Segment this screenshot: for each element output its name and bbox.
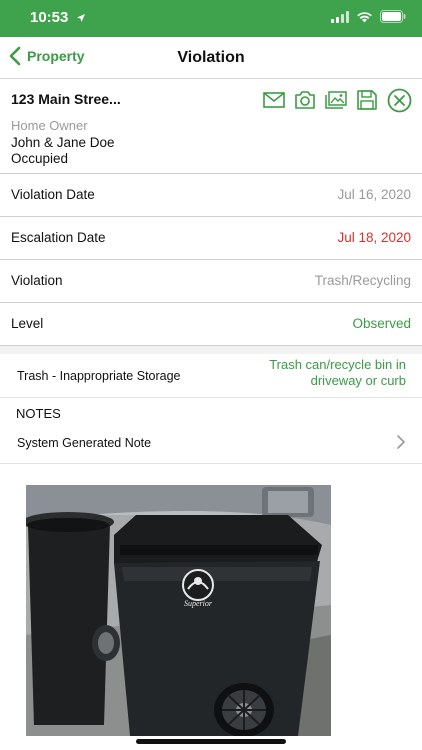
violation-code-row[interactable]: Trash - Inappropriate Storage Trash can/… (0, 354, 422, 398)
note-item[interactable]: System Generated Note (0, 424, 422, 464)
occupancy-status: Occupied (11, 151, 69, 166)
violation-code-description: Trash can/recycle bin in driveway or cur… (269, 357, 406, 388)
row-value: Jul 16, 2020 (337, 187, 411, 202)
section-divider (0, 346, 422, 354)
wifi-icon (357, 11, 372, 22)
row-label: Level (11, 316, 44, 331)
nav-bar: Property Violation (0, 37, 422, 79)
escalation-date-row[interactable]: Escalation Date Jul 18, 2020 (0, 217, 422, 260)
photo-library-icon[interactable] (324, 89, 347, 112)
page-title: Violation (177, 49, 245, 66)
violation-code-label: Trash - Inappropriate Storage (17, 369, 181, 383)
row-value: Trash/Recycling (314, 273, 411, 288)
signal-icon (331, 10, 349, 23)
owner-label: Home Owner (11, 118, 88, 133)
camera-icon[interactable] (293, 89, 316, 112)
violation-type-row[interactable]: Violation Trash/Recycling (0, 260, 422, 303)
location-arrow-icon (77, 14, 85, 22)
violation-photo[interactable]: Superior (26, 485, 331, 736)
home-indicator (136, 739, 286, 744)
close-circle-icon[interactable] (386, 87, 412, 113)
row-value: Observed (352, 316, 411, 331)
save-icon[interactable] (355, 89, 378, 112)
owner-name: John & Jane Doe (11, 135, 115, 150)
chevron-right-icon (397, 435, 405, 449)
property-address: 123 Main Stree... (11, 91, 121, 107)
status-bar: 10:53 (0, 0, 422, 37)
row-label: Violation Date (11, 187, 95, 202)
status-indicators (331, 10, 406, 23)
level-row[interactable]: Level Observed (0, 303, 422, 346)
property-header: 123 Main Stree... Home Owner John & Jane… (0, 80, 422, 174)
battery-icon (380, 10, 406, 23)
notes-heading: NOTES (16, 406, 61, 421)
row-value: Jul 18, 2020 (337, 230, 411, 245)
trash-bins-photo: Superior (26, 485, 331, 736)
status-time: 10:53 (30, 9, 69, 26)
row-label: Violation (11, 273, 63, 288)
row-label: Escalation Date (11, 230, 106, 245)
mail-icon[interactable] (262, 89, 285, 112)
action-toolbar (262, 87, 412, 113)
note-title: System Generated Note (17, 436, 152, 450)
violation-date-row[interactable]: Violation Date Jul 16, 2020 (0, 174, 422, 217)
bin-logo-text: Superior (184, 599, 213, 608)
